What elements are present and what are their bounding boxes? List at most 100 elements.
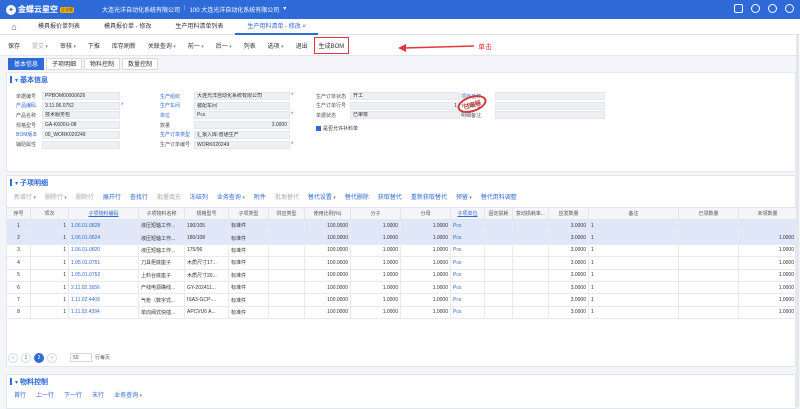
related-query-button[interactable]: 关联查询: [148, 41, 176, 50]
detail-tool-6[interactable]: 冻结列: [190, 192, 208, 201]
table-cell[interactable]: 1.0000: [738, 305, 797, 320]
tab-quote-list[interactable]: 模具报价单列表: [26, 19, 92, 35]
column-header[interactable]: 已领数量: [678, 207, 739, 220]
tab-quote-edit[interactable]: 模具报价单 - 修改: [92, 19, 163, 35]
table-cell[interactable]: 1.05.01.0752: [68, 268, 139, 282]
table-cell[interactable]: 1: [30, 256, 69, 270]
table-cell[interactable]: 1.0000: [350, 256, 401, 270]
table-cell[interactable]: [484, 268, 513, 282]
table-cell[interactable]: 3: [6, 243, 31, 258]
field-value[interactable]: WORK020249: [194, 140, 290, 149]
detail-tool-4[interactable]: 查找行: [130, 192, 148, 201]
field-value[interactable]: Pcs: [194, 111, 290, 120]
table-cell[interactable]: 100.0000: [304, 218, 351, 233]
table-cell[interactable]: 刀具柜底座子: [138, 256, 185, 270]
detail-tool-14[interactable]: 预留: [456, 192, 472, 201]
table-cell[interactable]: 100.0000: [304, 268, 351, 282]
table-cell[interactable]: 1.06.01.0824: [68, 231, 139, 245]
table-cell[interactable]: 3.0000: [548, 231, 589, 245]
detail-tool-1[interactable]: 删除行: [45, 192, 67, 201]
field-value[interactable]: 已审核: [350, 111, 460, 120]
table-cell[interactable]: 单向阀式快插...: [138, 305, 185, 320]
page-scrollbar[interactable]: [796, 35, 799, 407]
table-cell[interactable]: 1: [6, 218, 31, 233]
table-cell[interactable]: 3.0000: [548, 218, 589, 233]
table-cell[interactable]: 1.0000: [400, 293, 451, 307]
table-cell[interactable]: [484, 231, 513, 245]
table-cell[interactable]: Pcs: [450, 305, 485, 320]
table-cell[interactable]: [268, 231, 305, 245]
generate-bom-button[interactable]: 生成BOM: [313, 36, 350, 54]
table-cell[interactable]: Pcs: [450, 268, 485, 282]
table-cell[interactable]: 产线电源确线...: [138, 280, 185, 295]
table-cell[interactable]: 1.06.01.0828: [68, 218, 139, 233]
table-cell[interactable]: 5: [6, 268, 31, 282]
detail-tool-11[interactable]: 替代删除: [345, 192, 369, 201]
table-cell[interactable]: 180/108: [184, 231, 229, 245]
table-cell[interactable]: 1: [588, 305, 679, 320]
table-cell[interactable]: 标准件: [228, 293, 269, 307]
table-cell[interactable]: [678, 280, 739, 295]
field-value[interactable]: 大连光洋自动化系统有限公司: [194, 92, 290, 100]
table-cell[interactable]: 100.0000: [304, 293, 351, 307]
column-header[interactable]: 变动损耗率...: [512, 207, 549, 220]
table-cell[interactable]: 2: [6, 231, 31, 245]
column-header[interactable]: 规格型号: [184, 207, 229, 220]
section-title[interactable]: 物料控制: [7, 375, 795, 389]
column-header[interactable]: 子项物料编码: [68, 207, 139, 220]
table-cell[interactable]: [484, 280, 513, 295]
table-cell[interactable]: 100.0000: [304, 243, 351, 258]
table-cell[interactable]: 1: [588, 280, 679, 295]
table-cell[interactable]: [678, 231, 739, 245]
table-row[interactable]: 2 1 1.06.01.0824 液压短轴工作... 180/108 标准件 100.000…: [6, 231, 797, 245]
field-value[interactable]: 装配车间: [194, 101, 290, 110]
table-row[interactable]: 8 1 1.11.02.4394 单向阀式快插... APCVU6 A... 标准件 100…: [6, 305, 797, 320]
detail-tool-2[interactable]: 删除行: [76, 192, 94, 201]
field-label[interactable]: 生产订单类型: [160, 131, 194, 138]
field-value[interactable]: 技术服务包: [42, 111, 120, 120]
org-selector[interactable]: 大连光洋自动化系统有限公司 | 100 大连光洋自动化系统有限公司 ▾: [102, 5, 286, 14]
table-cell[interactable]: 标准件: [228, 268, 269, 282]
previous-button[interactable]: 前一: [188, 41, 204, 50]
field-value[interactable]: [495, 92, 605, 100]
field-label[interactable]: 单位: [160, 112, 194, 119]
table-cell[interactable]: [738, 218, 797, 233]
pager-page-2[interactable]: 2: [34, 352, 44, 363]
table-row[interactable]: 5 1 1.05.01.0752 上料台底座子 木质尺寸20... 标准件 100.0000…: [6, 268, 797, 282]
table-cell[interactable]: 上料台底座子: [138, 268, 185, 282]
table-cell[interactable]: 1.06.01.0820: [68, 243, 139, 258]
table-cell[interactable]: 175/96: [184, 243, 229, 258]
material-tool-0[interactable]: 首行: [14, 390, 26, 399]
audit-button[interactable]: 审核: [60, 41, 76, 50]
table-row[interactable]: 7 1 1.11.02.4403 气枪（数字式... ISA3-GCP-... 标准件 10…: [6, 293, 797, 307]
table-cell[interactable]: 1.0000: [400, 218, 451, 233]
table-cell[interactable]: 标准件: [228, 256, 269, 270]
table-cell[interactable]: 1.0000: [738, 231, 797, 245]
table-cell[interactable]: [678, 218, 739, 233]
page-size-select[interactable]: 50: [70, 353, 92, 362]
next-button[interactable]: 后一: [216, 41, 232, 50]
detail-tool-5[interactable]: 批量填充: [157, 192, 181, 201]
table-cell[interactable]: 1.0000: [738, 293, 797, 307]
field-value[interactable]: [495, 101, 605, 110]
table-cell[interactable]: 3.0000: [548, 268, 589, 282]
table-cell[interactable]: 7: [6, 293, 31, 307]
table-cell[interactable]: 2.11.02.1656: [68, 280, 139, 295]
column-header[interactable]: 使用比例(%): [304, 207, 351, 220]
table-cell[interactable]: 1.0000: [738, 243, 797, 258]
table-cell[interactable]: 3.0000: [548, 280, 589, 295]
column-header[interactable]: 未领数量: [738, 207, 797, 220]
table-cell[interactable]: 100.0000: [304, 256, 351, 270]
pager-page-1[interactable]: 1: [21, 352, 31, 363]
table-cell[interactable]: 1: [30, 305, 69, 320]
detail-tool-9[interactable]: 批发替代: [275, 192, 299, 201]
table-cell[interactable]: 液压短轴工作...: [138, 231, 185, 245]
table-cell[interactable]: [512, 231, 549, 245]
table-cell[interactable]: 1: [30, 231, 69, 245]
pager-next-icon[interactable]: ›: [47, 352, 57, 363]
tab-basic-info[interactable]: 基本信息: [8, 58, 45, 70]
table-cell[interactable]: Pcs: [450, 280, 485, 295]
table-cell[interactable]: 1.0000: [350, 243, 401, 258]
table-cell[interactable]: [512, 280, 549, 295]
bell-icon[interactable]: [751, 4, 760, 13]
